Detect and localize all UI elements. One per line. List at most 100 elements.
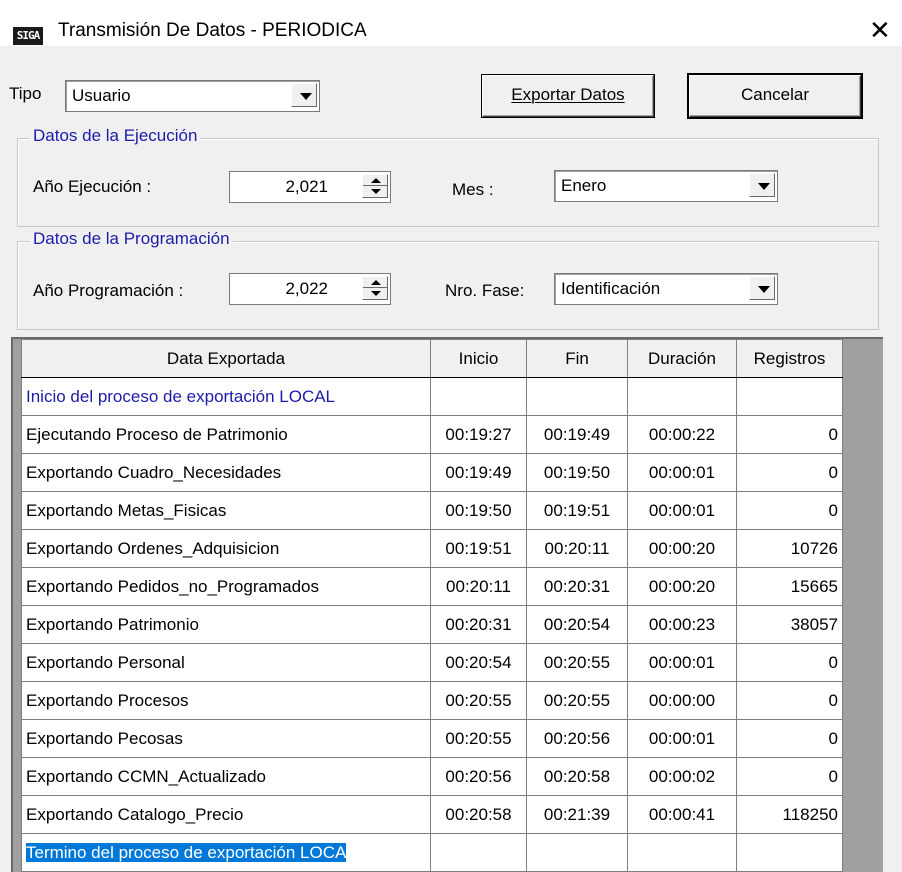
cell-duracion[interactable]: 00:00:20 xyxy=(627,529,737,568)
table-row[interactable]: Exportando Pedidos_no_Programados 00:20:1… xyxy=(21,567,843,606)
cell-registros[interactable]: 0 xyxy=(736,757,843,796)
chevron-down-icon[interactable] xyxy=(291,83,317,107)
cell-duracion[interactable]: 00:00:23 xyxy=(627,605,737,644)
cell-data-exportada[interactable]: Termino del proceso de exportación LOCA xyxy=(21,833,431,872)
selected-cell-text: Termino del proceso de exportación LOCA xyxy=(26,842,347,862)
cell-inicio[interactable]: 00:19:49 xyxy=(430,453,527,492)
cell-duracion[interactable]: 00:00:01 xyxy=(627,719,737,758)
spin-arrows-icon[interactable] xyxy=(362,276,388,300)
cell-inicio[interactable]: 00:20:56 xyxy=(430,757,527,796)
anio-ejecucion-spinner[interactable]: 2,021 xyxy=(229,171,391,203)
cell-inicio[interactable]: 00:20:31 xyxy=(430,605,527,644)
cell-fin[interactable] xyxy=(526,833,628,872)
col-header-duracion[interactable]: Duración xyxy=(627,339,737,378)
ejecucion-group-title: Datos de la Ejecución xyxy=(30,126,201,146)
cell-duracion[interactable]: 00:00:22 xyxy=(627,415,737,454)
cell-fin[interactable]: 00:20:55 xyxy=(526,681,628,720)
cell-fin[interactable]: 00:20:11 xyxy=(526,529,628,568)
cell-fin[interactable]: 00:20:58 xyxy=(526,757,628,796)
table-row[interactable]: Exportando Catalogo_Precio 00:20:58 00:21:… xyxy=(21,795,843,834)
export-grid[interactable]: Data Exportada Inicio Fin Duración Regis… xyxy=(21,339,843,872)
cell-data-exportada[interactable]: Exportando Personal xyxy=(21,643,431,682)
col-header-inicio[interactable]: Inicio xyxy=(430,339,527,378)
cell-inicio[interactable]: 00:19:27 xyxy=(430,415,527,454)
cell-registros[interactable]: 0 xyxy=(736,643,843,682)
cell-inicio[interactable] xyxy=(430,377,527,416)
table-row[interactable]: Exportando Patrimonio 00:20:31 00:20:54 00:… xyxy=(21,605,843,644)
nro-fase-select[interactable]: Identificación xyxy=(554,273,778,305)
table-row[interactable]: Exportando Procesos 00:20:55 00:20:55 00:00… xyxy=(21,681,843,720)
cell-inicio[interactable]: 00:20:54 xyxy=(430,643,527,682)
cell-registros[interactable]: 38057 xyxy=(736,605,843,644)
table-row[interactable]: Exportando Personal 00:20:54 00:20:55 00:00… xyxy=(21,643,843,682)
cell-duracion[interactable]: 00:00:02 xyxy=(627,757,737,796)
cell-fin[interactable]: 00:20:56 xyxy=(526,719,628,758)
cell-registros[interactable]: 0 xyxy=(736,453,843,492)
cell-fin[interactable]: 00:20:54 xyxy=(526,605,628,644)
table-row[interactable]: Inicio del proceso de exportación LOCAL xyxy=(21,377,843,416)
cell-registros[interactable]: 10726 xyxy=(736,529,843,568)
table-row[interactable]: Ejecutando Proceso de Patrimonio 00:19:27… xyxy=(21,415,843,454)
cell-registros[interactable]: 0 xyxy=(736,415,843,454)
cell-duracion[interactable]: 00:00:01 xyxy=(627,491,737,530)
col-header-data-exportada[interactable]: Data Exportada xyxy=(21,339,431,378)
cell-fin[interactable]: 00:19:49 xyxy=(526,415,628,454)
cell-inicio[interactable]: 00:20:55 xyxy=(430,719,527,758)
cell-data-exportada[interactable]: Ejecutando Proceso de Patrimonio xyxy=(21,415,431,454)
cell-registros[interactable]: 0 xyxy=(736,491,843,530)
close-icon[interactable]: ✕ xyxy=(869,16,891,44)
mes-select[interactable]: Enero xyxy=(554,170,778,202)
table-row[interactable]: Exportando Ordenes_Adquisicion 00:19:51 00… xyxy=(21,529,843,568)
cell-duracion[interactable]: 00:00:00 xyxy=(627,681,737,720)
exportar-datos-button[interactable]: Exportar Datos xyxy=(482,75,654,117)
cell-data-exportada[interactable]: Exportando Cuadro_Necesidades xyxy=(21,453,431,492)
cell-duracion[interactable] xyxy=(627,833,737,872)
cell-data-exportada[interactable]: Exportando Pecosas xyxy=(21,719,431,758)
cell-fin[interactable]: 00:21:39 xyxy=(526,795,628,834)
cell-data-exportada[interactable]: Exportando Catalogo_Precio xyxy=(21,795,431,834)
col-header-registros[interactable]: Registros xyxy=(736,339,843,378)
cell-registros[interactable]: 118250 xyxy=(736,795,843,834)
tipo-select[interactable]: Usuario xyxy=(65,80,320,112)
cell-duracion[interactable]: 00:00:41 xyxy=(627,795,737,834)
cell-data-exportada[interactable]: Exportando Ordenes_Adquisicion xyxy=(21,529,431,568)
cell-fin[interactable]: 00:20:31 xyxy=(526,567,628,606)
cell-inicio[interactable] xyxy=(430,833,527,872)
cell-data-exportada[interactable]: Inicio del proceso de exportación LOCAL xyxy=(21,377,431,416)
cell-inicio[interactable]: 00:20:58 xyxy=(430,795,527,834)
cell-registros[interactable]: 0 xyxy=(736,719,843,758)
cell-data-exportada[interactable]: Exportando CCMN_Actualizado xyxy=(21,757,431,796)
cell-registros[interactable]: 15665 xyxy=(736,567,843,606)
cell-duracion[interactable]: 00:00:01 xyxy=(627,643,737,682)
cell-fin[interactable] xyxy=(526,377,628,416)
cell-data-exportada[interactable]: Exportando Procesos xyxy=(21,681,431,720)
col-header-fin[interactable]: Fin xyxy=(526,339,628,378)
chevron-down-icon[interactable] xyxy=(749,173,775,197)
table-row[interactable]: Exportando CCMN_Actualizado 00:20:56 00:20… xyxy=(21,757,843,796)
cell-data-exportada[interactable]: Exportando Patrimonio xyxy=(21,605,431,644)
cell-inicio[interactable]: 00:20:11 xyxy=(430,567,527,606)
table-row[interactable]: Exportando Metas_Fisicas 00:19:50 00:19:51… xyxy=(21,491,843,530)
cell-fin[interactable]: 00:20:55 xyxy=(526,643,628,682)
cell-inicio[interactable]: 00:19:51 xyxy=(430,529,527,568)
cell-registros[interactable]: 0 xyxy=(736,681,843,720)
cell-registros[interactable] xyxy=(736,833,843,872)
cell-duracion[interactable] xyxy=(627,377,737,416)
chevron-down-icon[interactable] xyxy=(749,276,775,300)
cell-data-exportada[interactable]: Exportando Pedidos_no_Programados xyxy=(21,567,431,606)
cell-inicio[interactable]: 00:20:55 xyxy=(430,681,527,720)
nro-fase-select-value: Identificación xyxy=(561,279,661,298)
cell-fin[interactable]: 00:19:51 xyxy=(526,491,628,530)
cell-duracion[interactable]: 00:00:20 xyxy=(627,567,737,606)
cell-fin[interactable]: 00:19:50 xyxy=(526,453,628,492)
table-row[interactable]: Exportando Pecosas 00:20:55 00:20:56 00:00:… xyxy=(21,719,843,758)
cell-registros[interactable] xyxy=(736,377,843,416)
table-row[interactable]: Termino del proceso de exportación LOCA xyxy=(21,833,843,872)
anio-programacion-spinner[interactable]: 2,022 xyxy=(229,273,391,305)
table-row[interactable]: Exportando Cuadro_Necesidades 00:19:49 00:… xyxy=(21,453,843,492)
cell-inicio[interactable]: 00:19:50 xyxy=(430,491,527,530)
spin-arrows-icon[interactable] xyxy=(362,174,388,198)
cell-duracion[interactable]: 00:00:01 xyxy=(627,453,737,492)
cell-data-exportada[interactable]: Exportando Metas_Fisicas xyxy=(21,491,431,530)
cancelar-button[interactable]: Cancelar xyxy=(689,75,861,117)
